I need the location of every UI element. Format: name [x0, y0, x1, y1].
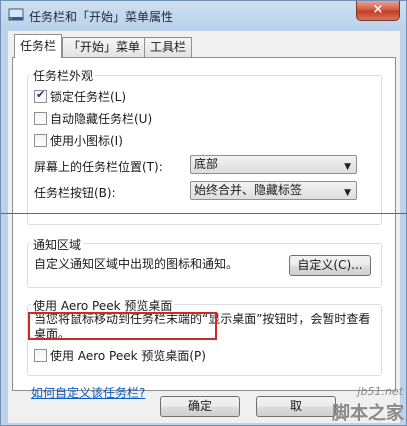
auto-hide-checkbox[interactable] — [34, 112, 47, 125]
site-watermark: jb51.net 脚本之家 — [331, 383, 407, 425]
lock-taskbar-label: 锁定任务栏(L) — [50, 90, 127, 104]
taskbar-buttons-label: 任务栏按钮(B): — [34, 186, 116, 200]
tab-toolbars[interactable]: 工具栏 — [144, 37, 193, 57]
chevron-down-icon: ▼ — [344, 162, 351, 172]
watermark-site: jb51.net — [357, 385, 403, 398]
notification-group-title: 通知区域 — [31, 236, 84, 253]
small-icons-option[interactable]: 使用小图标(I) — [34, 132, 123, 148]
properties-window: 任务栏和「开始」菜单属性 × 任务栏 「开始」菜单 工具栏 任务栏外观 锁定任务… — [0, 0, 407, 426]
taskbar-tab-panel: 任务栏外观 锁定任务栏(L) 自动隐藏任务栏(U) 使用小图标(I) 屏幕上的任… — [12, 57, 396, 400]
aero-peek-option[interactable]: 使用 Aero Peek 预览桌面(P) — [34, 347, 206, 363]
cancel-button[interactable]: 取 — [256, 396, 336, 417]
taskbar-buttons-select[interactable]: 始终合并、隐藏标签 ▼ — [190, 181, 357, 200]
lock-taskbar-option[interactable]: 锁定任务栏(L) — [34, 88, 126, 104]
ok-button[interactable]: 确定 — [160, 396, 240, 417]
appearance-group-title: 任务栏外观 — [31, 67, 96, 84]
annotation-highlight-box — [28, 312, 217, 340]
dialog-client: 任务栏 「开始」菜单 工具栏 任务栏外观 锁定任务栏(L) 自动隐藏任务栏(U)… — [8, 31, 400, 423]
title-bar[interactable]: 任务栏和「开始」菜单属性 × — [1, 1, 406, 31]
auto-hide-label: 自动隐藏任务栏(U) — [50, 112, 153, 126]
annotation-red-line — [1, 213, 407, 214]
watermark-brand: 脚本之家 — [332, 403, 404, 424]
small-icons-label: 使用小图标(I) — [50, 134, 123, 148]
tab-start-menu[interactable]: 「开始」菜单 — [62, 37, 147, 57]
customize-notification-button[interactable]: 自定义(C)... — [289, 255, 371, 276]
tab-taskbar[interactable]: 任务栏 — [14, 34, 63, 58]
taskbar-app-icon — [8, 8, 24, 21]
notification-description: 自定义通知区域中出现的图标和通知。 — [34, 257, 239, 271]
taskbar-buttons-value: 始终合并、隐藏标签 — [194, 183, 303, 197]
taskbar-location-value: 底部 — [194, 157, 219, 171]
taskbar-location-label: 屏幕上的任务栏位置(T): — [34, 160, 163, 174]
chevron-down-icon: ▼ — [344, 188, 351, 198]
window-title: 任务栏和「开始」菜单属性 — [29, 10, 174, 24]
close-button[interactable]: × — [356, 1, 400, 21]
lock-taskbar-checkbox[interactable] — [34, 88, 47, 103]
aero-peek-checkbox[interactable] — [34, 349, 47, 362]
customize-taskbar-help-link[interactable]: 如何自定义该任务栏? — [31, 384, 145, 401]
aero-peek-label: 使用 Aero Peek 预览桌面(P) — [50, 349, 206, 363]
auto-hide-option[interactable]: 自动隐藏任务栏(U) — [34, 110, 152, 126]
taskbar-location-select[interactable]: 底部 ▼ — [190, 155, 357, 174]
small-icons-checkbox[interactable] — [34, 134, 47, 147]
